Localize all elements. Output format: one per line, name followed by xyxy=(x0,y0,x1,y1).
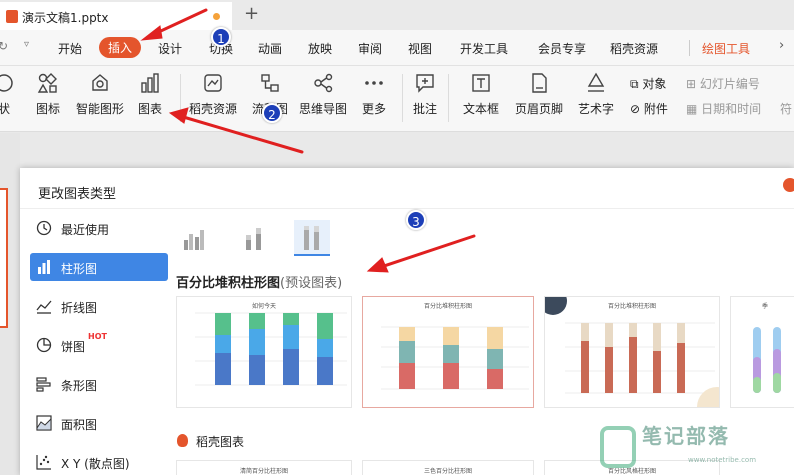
watermark-text: 笔记部落 xyxy=(642,424,730,448)
step-badge: 1 xyxy=(211,27,231,47)
step-badge: 2 xyxy=(262,103,282,123)
annotation-arrows xyxy=(140,8,476,273)
annotation-arrow xyxy=(376,234,476,270)
annotation-arrowhead xyxy=(168,107,189,124)
watermark-logo-icon xyxy=(600,426,636,468)
annotation-arrowhead xyxy=(140,25,163,41)
annotation-arrow xyxy=(178,114,304,154)
watermark: 笔记部落 www.notetribe.com xyxy=(598,418,794,475)
watermark-url: www.notetribe.com xyxy=(688,456,757,464)
step-badge: 3 xyxy=(406,210,426,230)
annotation-arrowhead xyxy=(366,257,389,273)
